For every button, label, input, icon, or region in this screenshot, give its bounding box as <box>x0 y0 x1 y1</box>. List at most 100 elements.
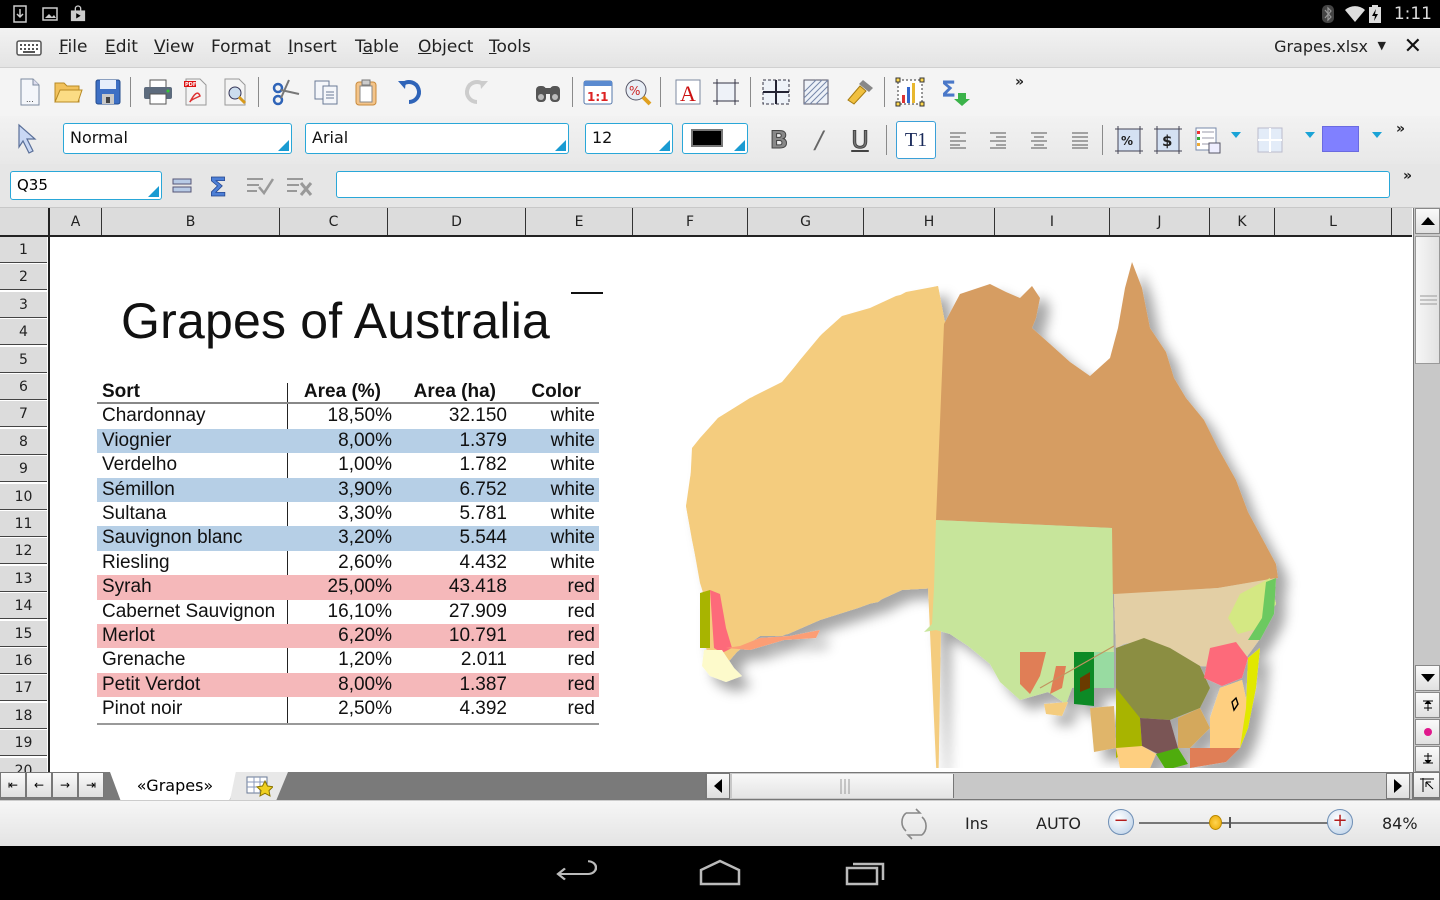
column-header-d[interactable]: D <box>388 208 526 235</box>
select-pointer-icon[interactable] <box>12 122 44 154</box>
font-size-select[interactable]: 12 <box>585 123 673 154</box>
text-color-select[interactable] <box>682 123 748 154</box>
toolbar-overflow-icon[interactable]: » <box>1015 74 1024 90</box>
document-title[interactable]: Grapes.xlsx <box>1274 37 1368 56</box>
cell-area-pct[interactable]: 16,10% <box>328 600 392 624</box>
cell-borders-icon[interactable] <box>710 76 742 108</box>
column-header-h[interactable]: H <box>864 208 995 235</box>
keyboard-icon[interactable] <box>16 40 42 56</box>
cell-color[interactable]: white <box>551 502 595 526</box>
header-area-pct[interactable]: Area (%) <box>304 380 381 404</box>
cell-sort[interactable]: Sémillon <box>102 478 175 502</box>
cell-area-pct[interactable]: 3,90% <box>338 478 392 502</box>
scroll-up-button[interactable] <box>1415 208 1440 234</box>
currency-format-icon[interactable]: $ <box>1152 124 1184 156</box>
cell-area-pct[interactable]: 8,00% <box>338 673 392 697</box>
cell-color[interactable]: white <box>551 429 595 453</box>
open-folder-icon[interactable] <box>52 76 84 108</box>
underline-button[interactable]: U <box>844 124 876 156</box>
header-color[interactable]: Color <box>531 380 581 404</box>
scroll-left-button[interactable] <box>706 773 730 799</box>
table-row[interactable]: Viognier 8,00% 1.379 white <box>97 428 599 454</box>
table-row[interactable]: Grenache 1,20% 2.011 red <box>97 648 599 672</box>
back-button[interactable] <box>555 858 597 886</box>
cell-area-ha[interactable]: 32.150 <box>449 404 507 428</box>
table-row[interactable]: Cabernet Sauvignon 16,10% 27.909 red <box>97 600 599 624</box>
conditional-format-icon[interactable] <box>1192 124 1224 156</box>
accept-formula-icon[interactable] <box>244 170 276 202</box>
previous-sheet-button[interactable]: ← <box>26 772 52 798</box>
next-page-button[interactable] <box>1415 746 1440 772</box>
split-window-button[interactable] <box>1413 772 1440 798</box>
cell-sort[interactable]: Pinot noir <box>102 697 182 721</box>
sync-icon[interactable] <box>898 807 930 841</box>
cell-sort[interactable]: Viognier <box>102 429 171 453</box>
align-justify-icon[interactable] <box>1064 124 1096 156</box>
menu-file[interactable]: File <box>59 37 87 57</box>
vertical-scroll-thumb[interactable] <box>1415 236 1440 364</box>
print-icon[interactable] <box>142 76 174 108</box>
border-style-dropdown-icon[interactable] <box>1305 132 1315 138</box>
cell-sort[interactable]: Sultana <box>102 502 166 526</box>
cell-color[interactable]: white <box>551 478 595 502</box>
copy-icon[interactable] <box>310 76 342 108</box>
table-row[interactable]: Sémillon 3,90% 6.752 white <box>97 477 599 502</box>
row-header-20[interactable]: 20 <box>0 757 47 772</box>
cell-area-pct[interactable]: 3,20% <box>338 526 392 550</box>
calc-mode-indicator[interactable]: AUTO <box>1036 814 1081 833</box>
table-row[interactable]: Petit Verdot 8,00% 1.387 red <box>97 672 599 698</box>
row-header-15[interactable]: 15 <box>0 620 47 647</box>
cell-area-ha[interactable]: 1.387 <box>459 673 507 697</box>
row-header-5[interactable]: 5 <box>0 346 47 373</box>
percent-format-icon[interactable]: % <box>1113 124 1145 156</box>
column-header-g[interactable]: G <box>748 208 864 235</box>
formula-input[interactable] <box>336 171 1390 198</box>
header-sort[interactable]: Sort <box>102 380 140 404</box>
zoom-slider-knob[interactable] <box>1209 815 1222 830</box>
conditional-format-dropdown-icon[interactable] <box>1231 132 1241 138</box>
table-row[interactable]: Chardonnay 18,50% 32.150 white <box>97 404 599 428</box>
column-header-k[interactable]: K <box>1210 208 1275 235</box>
cell-sort[interactable]: Verdelho <box>102 453 177 477</box>
fill-color-dropdown-icon[interactable] <box>1372 132 1382 138</box>
column-header-b[interactable]: B <box>102 208 280 235</box>
horizontal-scroll-thumb[interactable] <box>732 774 954 798</box>
font-color-icon[interactable]: A <box>672 76 704 108</box>
australia-map[interactable] <box>670 248 1330 768</box>
map-region-mclaren-vale[interactable] <box>1094 652 1114 688</box>
document-dropdown-icon[interactable]: ▼ <box>1378 39 1386 52</box>
navigator-button[interactable] <box>1415 719 1440 745</box>
row-header-16[interactable]: 16 <box>0 648 47 674</box>
row-header-2[interactable]: 2 <box>0 264 47 291</box>
close-document-button[interactable]: ✕ <box>1404 34 1422 59</box>
select-all-corner[interactable] <box>0 208 50 235</box>
row-header-18[interactable]: 18 <box>0 702 47 729</box>
row-header-4[interactable]: 4 <box>0 319 47 346</box>
row-header-1[interactable]: 1 <box>0 237 47 263</box>
bold-button[interactable]: B <box>763 124 795 156</box>
cell-color[interactable]: red <box>568 673 595 697</box>
horizontal-scrollbar[interactable] <box>705 772 1413 800</box>
wrap-text-button[interactable]: T1 <box>896 121 936 159</box>
cell-area-ha[interactable]: 1.379 <box>459 429 507 453</box>
cell-area-pct[interactable]: 8,00% <box>338 429 392 453</box>
cell-area-pct[interactable]: 1,00% <box>338 453 392 477</box>
column-header-i[interactable]: I <box>995 208 1110 235</box>
row-header-9[interactable]: 9 <box>0 456 47 483</box>
print-preview-icon[interactable] <box>220 76 252 108</box>
sheet-tab-grapes[interactable]: «Grapes» <box>110 772 240 800</box>
cell-area-pct[interactable]: 3,30% <box>338 502 392 526</box>
cell-border-style-icon[interactable] <box>1254 124 1286 156</box>
cell-area-ha[interactable]: 10.791 <box>449 624 507 648</box>
align-center-icon[interactable] <box>1023 124 1055 156</box>
map-region-margaret-river-olive[interactable] <box>700 590 710 648</box>
first-sheet-button[interactable]: ⇤ <box>0 772 26 798</box>
cell-area-pct[interactable]: 1,20% <box>338 648 392 672</box>
row-header-6[interactable]: 6 <box>0 374 47 400</box>
vertical-scrollbar[interactable] <box>1413 208 1440 772</box>
zoom-percent-icon[interactable]: % <box>622 76 654 108</box>
table-row[interactable]: Sultana 3,30% 5.781 white <box>97 502 599 526</box>
cell-color[interactable]: red <box>568 624 595 648</box>
header-area-ha[interactable]: Area (ha) <box>414 380 496 404</box>
cell-color[interactable]: red <box>568 648 595 672</box>
